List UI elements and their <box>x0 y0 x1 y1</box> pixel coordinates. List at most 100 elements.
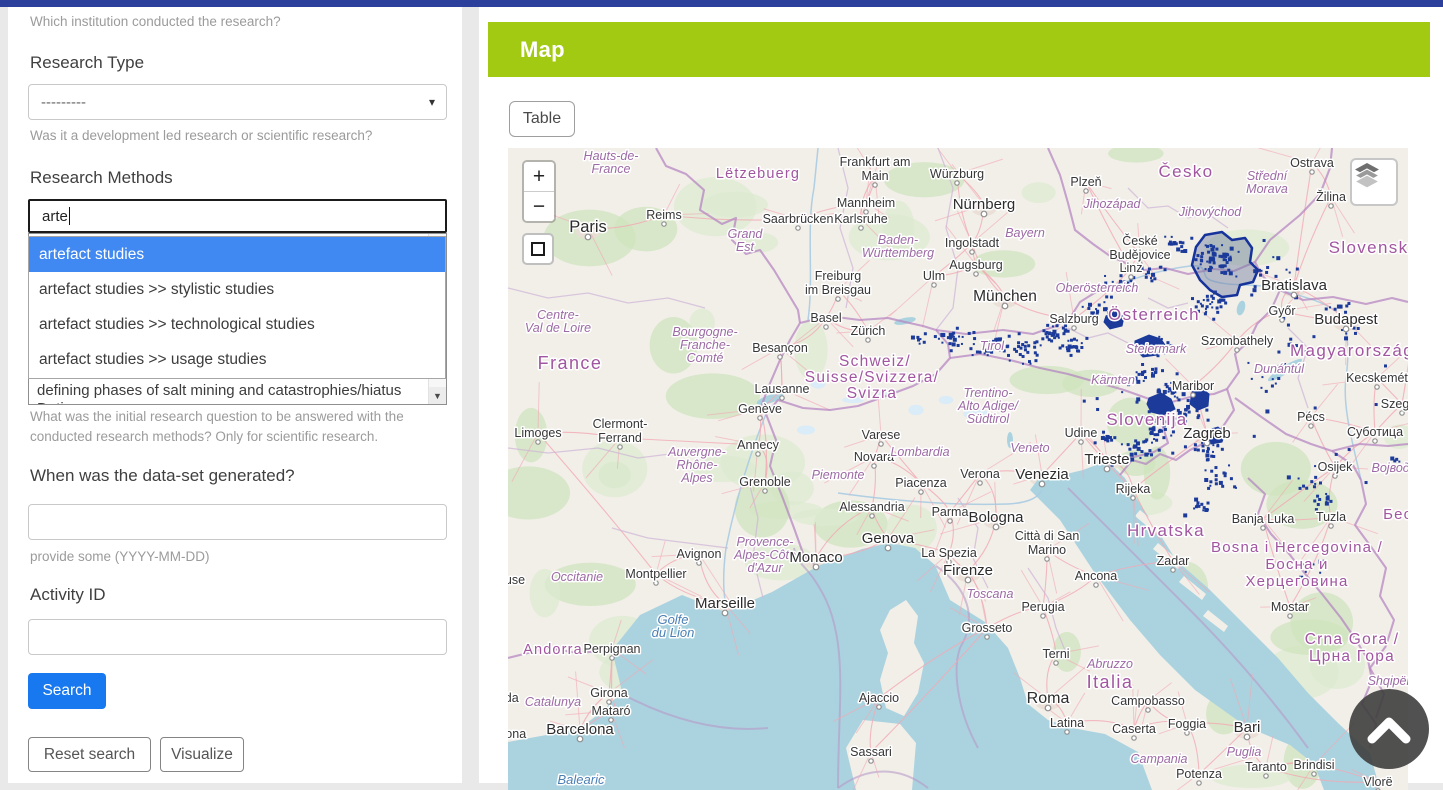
svg-text:Dunántúl: Dunántúl <box>1254 362 1305 376</box>
zoom-in-button[interactable]: + <box>524 162 554 192</box>
svg-text:Città di San: Città di San <box>1015 529 1080 543</box>
svg-text:Tarragona: Tarragona <box>508 727 526 741</box>
svg-text:Morava: Morava <box>1246 182 1288 196</box>
svg-text:Hauts-de-: Hauts-de- <box>584 149 639 163</box>
svg-text:Mataró: Mataró <box>592 704 631 718</box>
research-type-select[interactable]: --------- ▾ <box>28 84 447 120</box>
search-button[interactable]: Search <box>28 673 106 709</box>
dataset-generated-help-text: provide some (YYYY-MM-DD) <box>30 547 210 567</box>
svg-text:Campobasso: Campobasso <box>1111 694 1185 708</box>
research-methods-label: Research Methods <box>30 168 173 188</box>
svg-text:Shqipëria: Shqipëria <box>1368 674 1408 688</box>
svg-text:Hrvatska: Hrvatska <box>1127 521 1205 540</box>
svg-text:Occitanie: Occitanie <box>551 570 603 584</box>
svg-text:Ajaccio: Ajaccio <box>859 691 899 705</box>
autocomplete-menu: artefact studiesartefact studies >> styl… <box>28 236 446 379</box>
listbox-option-partial[interactable]: Dating <box>37 400 422 405</box>
svg-text:München: München <box>973 288 1037 305</box>
autocomplete-option[interactable]: artefact studies <box>29 237 445 272</box>
svg-text:Lleida: Lleida <box>508 691 519 705</box>
autocomplete-option[interactable]: artefact studies >> usage studies <box>29 343 445 378</box>
layers-icon <box>1352 160 1382 190</box>
map-canvas[interactable]: Hauts-de-FranceLëtzebuergFrankfurt amMai… <box>508 148 1408 790</box>
svg-text:Veneto: Veneto <box>1010 441 1049 455</box>
activity-id-input[interactable] <box>28 619 447 655</box>
svg-text:Vlorë: Vlorë <box>1363 775 1392 789</box>
svg-text:Zürich: Zürich <box>851 324 886 338</box>
svg-text:Barcelona: Barcelona <box>546 721 614 738</box>
autocomplete-option[interactable]: artefact studies >> stylistic studies <box>29 272 445 307</box>
svg-text:Genova: Genova <box>862 530 915 547</box>
reset-search-button[interactable]: Reset search <box>28 737 151 772</box>
svg-text:France: France <box>592 162 631 176</box>
svg-text:Augsburg: Augsburg <box>949 258 1003 272</box>
svg-text:Roma: Roma <box>1027 690 1070 707</box>
svg-text:Trieste: Trieste <box>1084 451 1129 468</box>
svg-text:Würzburg: Würzburg <box>930 167 984 181</box>
svg-text:Campania: Campania <box>1131 752 1188 766</box>
svg-text:Steiermark: Steiermark <box>1126 342 1187 356</box>
svg-text:Rijeka: Rijeka <box>1116 482 1151 496</box>
svg-text:Босна и: Босна и <box>1265 556 1328 573</box>
box-zoom-button[interactable] <box>522 233 554 265</box>
svg-text:Basel: Basel <box>810 311 841 325</box>
svg-text:Budějovice: Budějovice <box>1109 248 1170 262</box>
svg-text:Alpes: Alpes <box>680 471 712 485</box>
svg-text:Tuzla: Tuzla <box>1316 510 1346 524</box>
svg-text:Montpellier: Montpellier <box>625 567 686 581</box>
svg-text:Lausanne: Lausanne <box>755 382 810 396</box>
scroll-down-icon[interactable]: ▼ <box>429 387 446 404</box>
svg-text:Pécs: Pécs <box>1297 410 1325 424</box>
svg-text:Budapest: Budapest <box>1314 311 1378 328</box>
svg-text:Baden-: Baden- <box>878 233 918 247</box>
svg-text:Mostar: Mostar <box>1271 600 1309 614</box>
svg-text:Црна Гора: Црна Гора <box>1309 648 1395 665</box>
svg-text:Annecy: Annecy <box>737 438 779 452</box>
svg-text:Monaco: Monaco <box>789 549 842 566</box>
svg-text:Auvergne-: Auvergne- <box>667 445 726 459</box>
svg-text:Osijek: Osijek <box>1318 460 1353 474</box>
svg-text:Plzeň: Plzeň <box>1070 175 1101 189</box>
svg-text:Freiburg: Freiburg <box>815 269 862 283</box>
svg-text:Zadar: Zadar <box>1157 554 1190 568</box>
svg-text:Lombardia: Lombardia <box>890 445 949 459</box>
svg-text:Venezia: Venezia <box>1015 466 1069 483</box>
svg-text:Bayern: Bayern <box>1005 226 1045 240</box>
svg-text:Val de Loire: Val de Loire <box>525 321 591 335</box>
svg-text:Херцеговина: Херцеговина <box>1245 573 1348 590</box>
search-form-panel: Which institution conducted the research… <box>8 7 462 783</box>
svg-text:Mannheim: Mannheim <box>837 196 895 210</box>
svg-text:Magyarország: Magyarország <box>1290 341 1408 360</box>
svg-text:Rhône-: Rhône- <box>677 458 718 472</box>
box-zoom-icon <box>531 242 545 256</box>
svg-text:Sassari: Sassari <box>850 745 892 759</box>
zoom-out-button[interactable]: − <box>524 192 554 221</box>
svg-text:Andorra: Andorra <box>523 642 583 658</box>
svg-text:Ancona: Ancona <box>1075 569 1117 583</box>
svg-text:Girona: Girona <box>590 686 628 700</box>
layers-control[interactable] <box>1350 158 1398 206</box>
svg-text:Piacenza: Piacenza <box>895 476 946 490</box>
map-tiles: Hauts-de-FranceLëtzebuergFrankfurt amMai… <box>508 148 1408 790</box>
svg-text:Svizra: Svizra <box>847 385 898 402</box>
svg-text:Novara: Novara <box>854 450 894 464</box>
listbox-option[interactable]: defining phases of salt mining and catas… <box>37 382 422 399</box>
svg-text:Linz: Linz <box>1120 261 1143 275</box>
svg-text:Besançon: Besançon <box>752 341 808 355</box>
svg-text:Alessandria: Alessandria <box>839 500 904 514</box>
svg-text:Caserta: Caserta <box>1112 722 1156 736</box>
svg-text:Österreich: Österreich <box>1108 305 1200 324</box>
autocomplete-option[interactable]: artefact studies >> technological studie… <box>29 308 445 343</box>
scroll-to-top-button[interactable] <box>1349 689 1429 769</box>
svg-text:Grenoble: Grenoble <box>739 475 790 489</box>
dataset-generated-input[interactable] <box>28 504 447 540</box>
table-button[interactable]: Table <box>509 101 575 137</box>
visualize-button[interactable]: Visualize <box>160 737 244 772</box>
dataset-generated-label: When was the data-set generated? <box>30 466 295 486</box>
svg-text:Crna Gora /: Crna Gora / <box>1305 631 1400 648</box>
svg-text:Szombathely: Szombathely <box>1201 334 1274 348</box>
zoom-control: + − <box>522 160 556 223</box>
svg-text:Slovenija: Slovenija <box>1106 410 1187 429</box>
research-methods-input[interactable]: arte <box>28 199 447 233</box>
svg-text:Brindisi: Brindisi <box>1294 758 1335 772</box>
